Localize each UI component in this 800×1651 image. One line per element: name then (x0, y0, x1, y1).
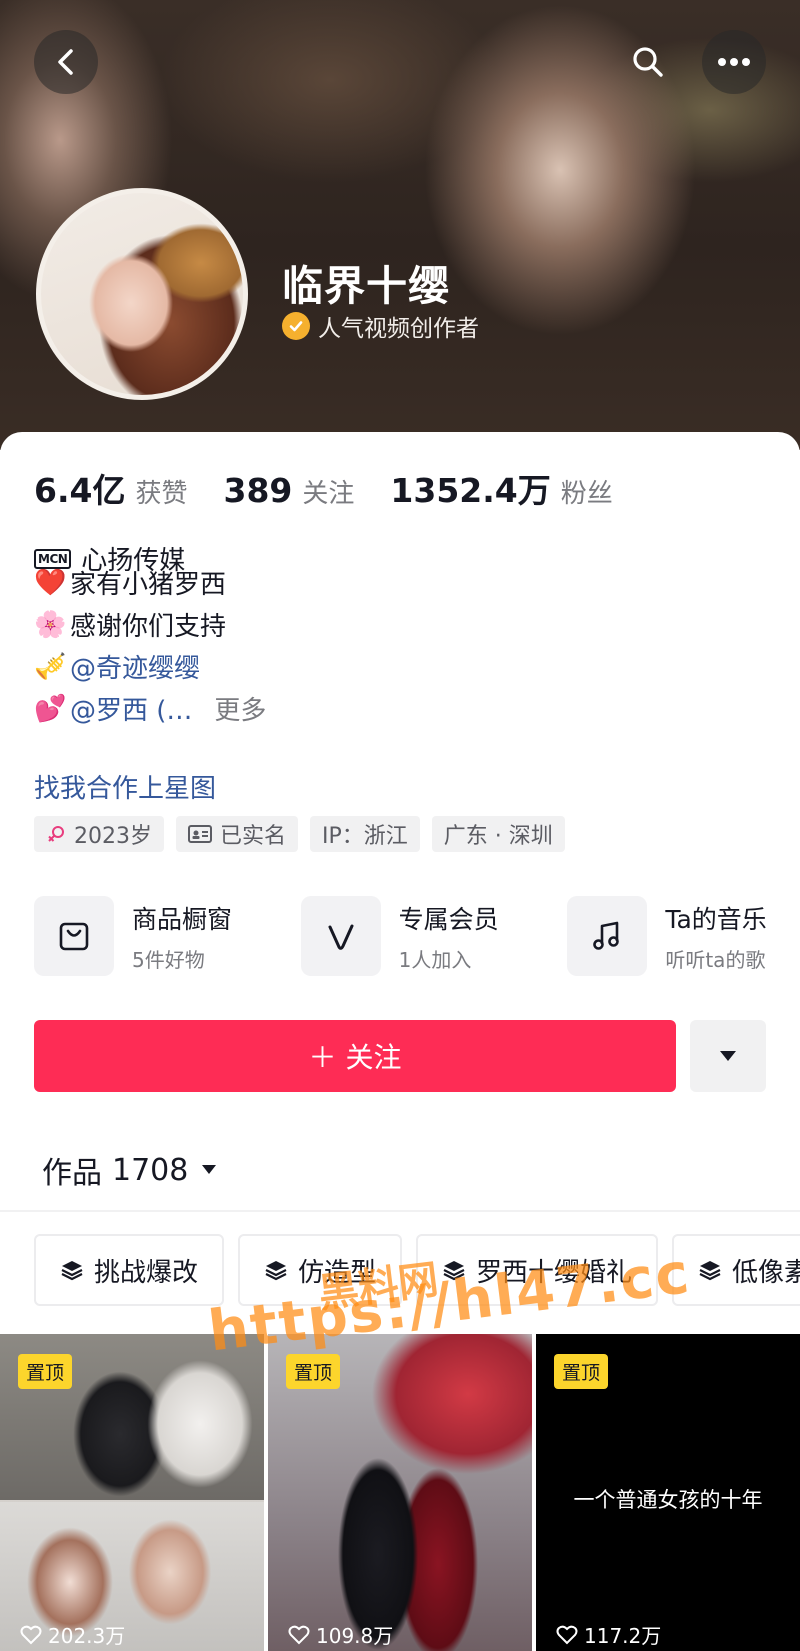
stat-followers-value: 1352.4万 (390, 471, 551, 510)
pinned-badge: 置顶 (286, 1354, 341, 1389)
heart-icon: ❤️ (34, 567, 67, 598)
city-text: 广东 · 深圳 (443, 824, 553, 849)
divider (0, 1210, 800, 1212)
id-card-icon (188, 825, 212, 843)
star-map-link[interactable]: 找我合作上星图 (34, 768, 216, 805)
video-likes: 202.3万 (20, 1620, 125, 1649)
pinned-badge: 置顶 (554, 1354, 609, 1389)
avatar[interactable] (36, 188, 248, 400)
trumpet-icon: 🎺 (34, 651, 67, 682)
layers-icon (60, 1258, 84, 1282)
shopping-bag-icon (34, 896, 114, 976)
feature-title: Ta的音乐 (665, 904, 767, 934)
mention-link[interactable]: @罗西 (… (70, 690, 192, 727)
collection-label: 低像素 (732, 1257, 800, 1288)
feature-subtitle: 听听ta的歌 (665, 947, 766, 972)
video-likes: 117.2万 (556, 1620, 661, 1649)
video-thumbnail[interactable]: 置顶 202.3万 (0, 1334, 264, 1651)
bio-text: 感谢你们支持 (70, 612, 227, 642)
works-count: 1708 (112, 1152, 189, 1188)
ip-location-text: IP：浙江 (322, 824, 408, 849)
stat-following-value: 389 (223, 471, 293, 510)
more-options-button[interactable] (702, 30, 766, 94)
back-button[interactable] (34, 30, 98, 94)
search-icon (633, 47, 663, 77)
stat-likes-label: 获赞 (135, 479, 188, 509)
works-tab[interactable]: 作品 1708 (42, 1148, 218, 1192)
ip-location-tag: IP：浙江 (310, 816, 420, 852)
video-thumbnail[interactable]: 置顶 109.8万 (268, 1334, 532, 1651)
works-label: 作品 (42, 1156, 102, 1191)
age-text: 2023岁 (74, 824, 152, 849)
feature-subtitle: 1人加入 (398, 947, 472, 972)
bio-line: 🎺 @奇迹缨缨 (34, 648, 200, 685)
heart-outline-icon (20, 1625, 42, 1644)
video-thumbnail[interactable]: 置顶 一个普通女孩的十年 117.2万 (536, 1334, 800, 1651)
likes-count: 202.3万 (48, 1624, 126, 1648)
flower-icon: 🌸 (34, 609, 67, 640)
stat-followers-label: 粉丝 (560, 479, 613, 509)
feature-title: 商品橱窗 (132, 904, 233, 934)
likes-count: 117.2万 (584, 1624, 662, 1648)
feature-subtitle: 5件好物 (132, 947, 205, 972)
stats-row: 6.4亿 获赞 389 关注 1352.4万 粉丝 (34, 464, 649, 512)
bio-line: ❤️ 家有小猪罗西 (34, 564, 226, 601)
caret-down-icon (200, 1163, 218, 1177)
caret-down-icon (720, 1051, 736, 1061)
collection-chip[interactable]: 挑战爆改 (34, 1234, 225, 1306)
feature-title: 专属会员 (398, 904, 499, 934)
verification-label: 人气视频创作者 (318, 316, 479, 342)
verified-identity-text: 已实名 (220, 824, 287, 849)
verified-badge-icon (282, 312, 310, 340)
profile-name: 临界十缨 (282, 262, 450, 310)
stat-following[interactable]: 389 关注 (223, 471, 354, 510)
follow-button[interactable]: ＋ 关注 (34, 1020, 676, 1092)
music-note-icon (567, 896, 648, 976)
recommend-dropdown-button[interactable] (690, 1020, 766, 1092)
info-tags: 2023岁 已实名 IP：浙江 广东 · 深圳 (34, 816, 577, 852)
search-button[interactable] (616, 30, 680, 94)
profile-cover: 临界十缨 人气视频创作者 (0, 0, 800, 450)
city-tag: 广东 · 深圳 (431, 816, 565, 852)
stat-following-label: 关注 (302, 479, 355, 509)
layers-icon (698, 1258, 722, 1282)
feature-membership[interactable]: 专属会员 1人加入 (300, 896, 568, 976)
collection-label: 挑战爆改 (94, 1257, 199, 1288)
feature-music[interactable]: Ta的音乐 听听ta的歌 (567, 896, 800, 976)
feature-entries: 商品橱窗 5件好物 专属会员 1人加入 Ta的音乐 听听ta的歌 (34, 896, 800, 976)
heart-outline-icon (288, 1625, 310, 1644)
hearts-icon: 💕 (34, 693, 67, 724)
stat-likes-value: 6.4亿 (34, 471, 126, 510)
verified-identity-tag: 已实名 (176, 816, 299, 852)
mention-link[interactable]: @奇迹缨缨 (70, 648, 200, 685)
likes-count: 109.8万 (316, 1624, 394, 1648)
video-likes: 109.8万 (288, 1620, 393, 1649)
video-grid: 置顶 202.3万 置顶 109.8万 置顶 一个普通女孩的十年 117.2万 (0, 1334, 800, 1651)
pinned-badge: 置顶 (18, 1354, 73, 1389)
feature-shop-window[interactable]: 商品橱窗 5件好物 (34, 896, 301, 976)
vip-v-icon (300, 896, 381, 976)
stat-followers[interactable]: 1352.4万 粉丝 (390, 464, 612, 512)
verification-row: 人气视频创作者 (282, 309, 479, 343)
bio-line: 💕 @罗西 (… 更多 (34, 690, 266, 727)
age-tag: 2023岁 (34, 816, 164, 852)
female-icon (46, 824, 66, 844)
bio-text: 家有小猪罗西 (70, 570, 227, 600)
stat-likes[interactable]: 6.4亿 获赞 (34, 464, 187, 512)
back-arrow-icon (58, 49, 73, 75)
bio-more-link[interactable]: 更多 (214, 690, 266, 727)
heart-outline-icon (556, 1625, 578, 1644)
layers-icon (264, 1258, 288, 1282)
bio-line: 🌸 感谢你们支持 (34, 606, 226, 643)
more-dots-icon (718, 58, 750, 66)
video-caption: 一个普通女孩的十年 (573, 1488, 763, 1512)
